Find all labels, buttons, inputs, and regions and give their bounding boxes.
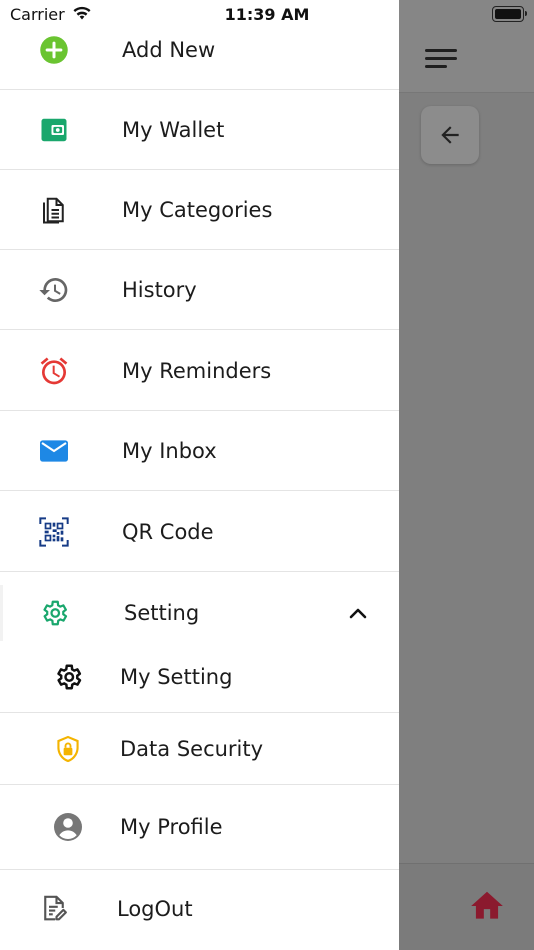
- menu-item-label: Setting: [124, 601, 200, 625]
- hamburger-menu-icon[interactable]: [421, 44, 457, 74]
- gear-icon: [52, 661, 84, 693]
- submenu-item-data-security[interactable]: Data Security: [0, 713, 399, 785]
- menu-item-label: QR Code: [122, 519, 214, 544]
- background-screen: [399, 0, 534, 950]
- gear-icon: [38, 597, 70, 629]
- submenu-item-label: My Setting: [120, 664, 233, 689]
- history-icon: [38, 274, 70, 306]
- menu-item-label: LogOut: [117, 897, 193, 921]
- shield-lock-icon: [52, 733, 84, 765]
- wallet-icon: [38, 114, 70, 146]
- menu-item-label: My Wallet: [122, 117, 225, 142]
- menu-item-label: Add New: [122, 37, 216, 62]
- submenu-item-label: My Profile: [120, 815, 223, 839]
- qr-code-icon: [38, 516, 70, 548]
- menu-item-label: My Categories: [122, 197, 273, 222]
- home-icon: [471, 891, 503, 919]
- navigation-drawer: Add New My Wallet My Categories History …: [0, 0, 399, 950]
- edit-document-icon: [38, 892, 70, 924]
- menu-item-my-inbox[interactable]: My Inbox: [0, 411, 399, 491]
- clock: 11:39 AM: [224, 5, 310, 24]
- menu-item-logout[interactable]: LogOut: [0, 869, 399, 950]
- menu-item-label: History: [122, 277, 197, 302]
- menu-item-my-categories[interactable]: My Categories: [0, 170, 399, 250]
- menu-item-my-reminders[interactable]: My Reminders: [0, 331, 399, 411]
- alarm-clock-icon: [38, 355, 70, 387]
- menu-item-label: My Inbox: [122, 438, 217, 463]
- menu-item-label: My Reminders: [122, 358, 272, 383]
- status-bar: Carrier 11:39 AM: [0, 0, 534, 28]
- battery-icon: [492, 6, 527, 22]
- submenu-item-my-setting[interactable]: My Setting: [0, 641, 399, 713]
- document-icon: [38, 194, 70, 226]
- account-circle-icon: [52, 811, 84, 843]
- menu-item-setting[interactable]: Setting: [0, 573, 399, 641]
- menu-item-my-wallet[interactable]: My Wallet: [0, 90, 399, 170]
- selection-indicator: [0, 585, 3, 641]
- back-button[interactable]: [421, 106, 479, 164]
- mail-icon: [38, 435, 70, 467]
- chevron-up-icon[interactable]: [346, 603, 370, 623]
- submenu-item-my-profile[interactable]: My Profile: [0, 785, 399, 869]
- home-button[interactable]: [467, 886, 507, 926]
- submenu-item-label: Data Security: [120, 736, 264, 761]
- bottom-nav: [399, 863, 534, 950]
- menu-item-history[interactable]: History: [0, 250, 399, 330]
- arrow-left-icon: [441, 126, 459, 144]
- add-circle-icon: [38, 34, 70, 66]
- menu-item-qr-code[interactable]: QR Code: [0, 492, 399, 572]
